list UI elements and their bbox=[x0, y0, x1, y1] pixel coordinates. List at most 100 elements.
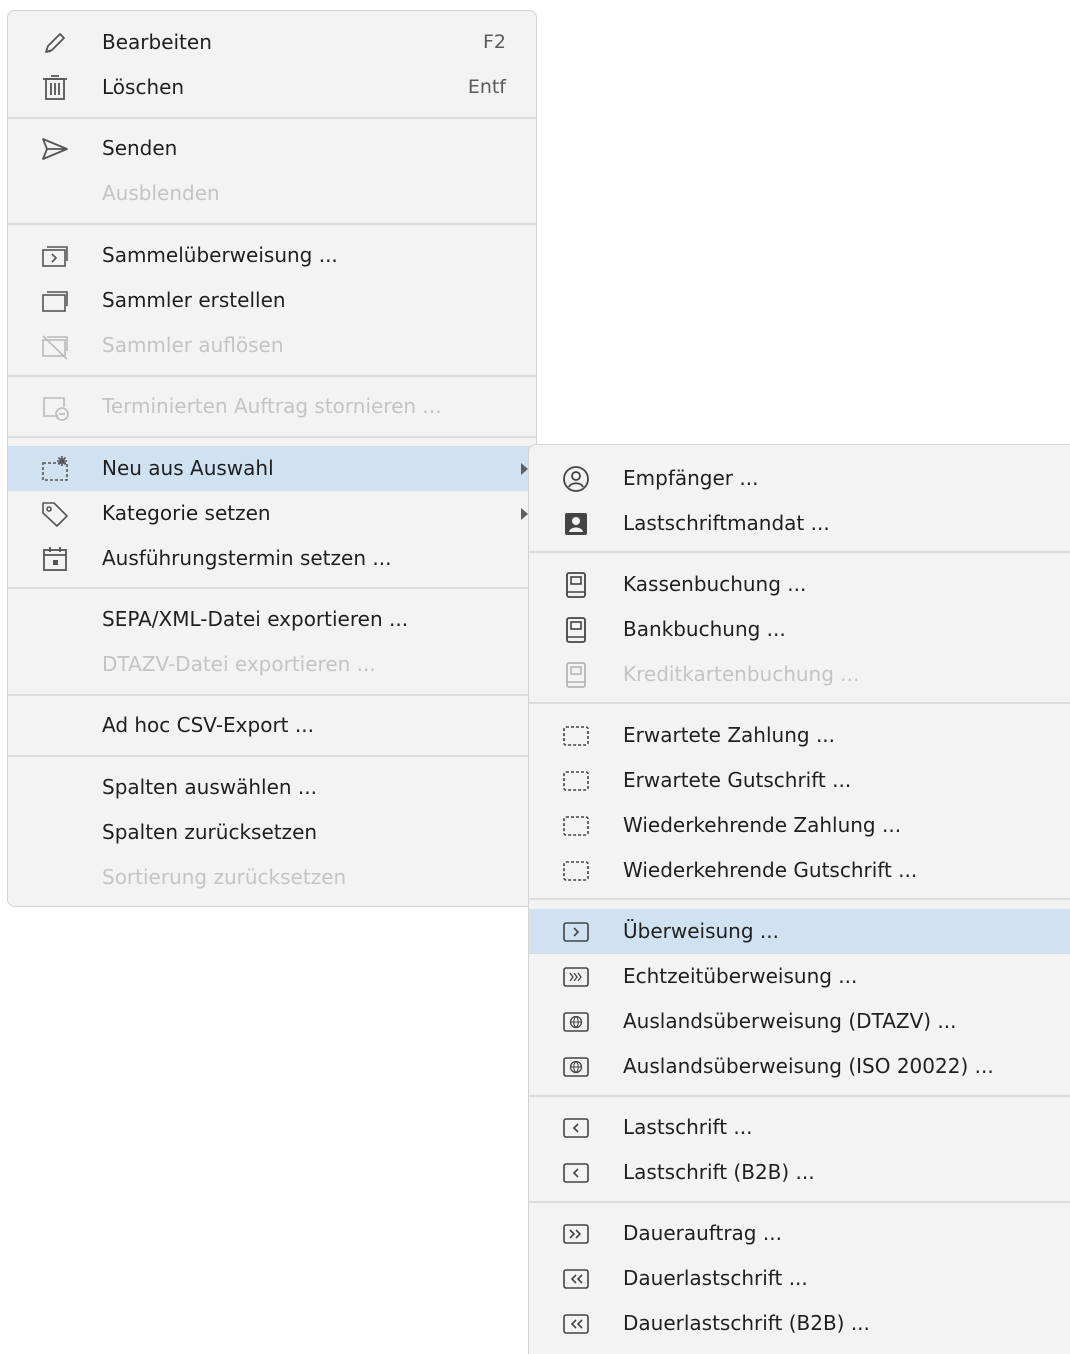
globe-transfer-icon bbox=[561, 1007, 591, 1037]
instant-transfer-icon bbox=[561, 962, 591, 992]
menu-item-new-from-selection[interactable]: Neu aus Auswahl bbox=[8, 446, 536, 491]
dashed-box-icon bbox=[561, 766, 591, 796]
menu-item-label: Empfänger ... bbox=[623, 466, 759, 490]
menu-separator bbox=[8, 117, 536, 119]
menu-item-label: Dauerlastschrift ... bbox=[623, 1266, 808, 1290]
menu-separator bbox=[8, 694, 536, 696]
menu-item-cancel-scheduled: Terminierten Auftrag stornieren ... bbox=[8, 384, 536, 429]
menu-item-reset-columns[interactable]: Spalten zurücksetzen bbox=[8, 810, 536, 855]
send-icon bbox=[40, 134, 70, 164]
menu-item-set-execution-date[interactable]: Ausführungstermin setzen ... bbox=[8, 536, 536, 581]
menu-item-label: Kreditkartenbuchung ... bbox=[623, 662, 860, 686]
submenu-item-recurring-payment[interactable]: Wiederkehrende Zahlung ... bbox=[529, 803, 1070, 848]
menu-item-label: Senden bbox=[102, 136, 178, 160]
menu-item-delete[interactable]: Löschen Entf bbox=[8, 65, 536, 110]
menu-separator bbox=[8, 436, 536, 438]
ledger-icon bbox=[561, 570, 591, 600]
transfer-icon bbox=[561, 917, 591, 947]
submenu-arrow-icon bbox=[521, 463, 528, 475]
contact-card-icon bbox=[561, 509, 591, 539]
menu-item-label: Erwartete Zahlung ... bbox=[623, 723, 836, 747]
direct-debit-icon bbox=[561, 1113, 591, 1143]
context-menu: Bearbeiten F2 Löschen Entf Senden Ausble… bbox=[7, 10, 537, 907]
submenu-item-standing-debit[interactable]: Dauerlastschrift ... bbox=[529, 1256, 1070, 1301]
submenu-item-foreign-transfer-dtazv[interactable]: Auslandsüberweisung (DTAZV) ... bbox=[529, 999, 1070, 1044]
submenu-item-standing-debit-b2b[interactable]: Dauerlastschrift (B2B) ... bbox=[529, 1301, 1070, 1346]
submenu-item-expected-payment[interactable]: Erwartete Zahlung ... bbox=[529, 713, 1070, 758]
menu-item-label: Kategorie setzen bbox=[102, 501, 271, 525]
collector-icon bbox=[40, 286, 70, 316]
pencil-icon bbox=[40, 28, 70, 58]
menu-item-edit[interactable]: Bearbeiten F2 bbox=[8, 20, 536, 65]
standing-debit-icon bbox=[561, 1309, 591, 1339]
submenu-item-direct-debit-b2b[interactable]: Lastschrift (B2B) ... bbox=[529, 1150, 1070, 1195]
submenu-item-direct-debit-mandate[interactable]: Lastschriftmandat ... bbox=[529, 501, 1070, 546]
menu-separator bbox=[8, 587, 536, 589]
menu-item-label: Sammler auflösen bbox=[102, 333, 284, 357]
menu-item-dissolve-collector: Sammler auflösen bbox=[8, 323, 536, 368]
menu-item-adhoc-csv[interactable]: Ad hoc CSV-Export ... bbox=[8, 703, 536, 748]
calendar-icon bbox=[40, 544, 70, 574]
menu-item-label: Ausführungstermin setzen ... bbox=[102, 546, 392, 570]
submenu-item-recurring-credit[interactable]: Wiederkehrende Gutschrift ... bbox=[529, 848, 1070, 893]
menu-item-export-sepa[interactable]: SEPA/XML-Datei exportieren ... bbox=[8, 597, 536, 642]
submenu-item-transfer[interactable]: Überweisung ... bbox=[529, 909, 1070, 954]
menu-item-label: Löschen bbox=[102, 75, 185, 99]
menu-item-label: Sortierung zurücksetzen bbox=[102, 865, 347, 889]
menu-item-label: Lastschrift (B2B) ... bbox=[623, 1160, 815, 1184]
menu-item-send[interactable]: Senden bbox=[8, 126, 536, 171]
submenu-item-direct-debit[interactable]: Lastschrift ... bbox=[529, 1105, 1070, 1150]
menu-item-label: Sammelüberweisung ... bbox=[102, 243, 338, 267]
menu-item-label: Terminierten Auftrag stornieren ... bbox=[102, 394, 442, 418]
submenu-item-instant-transfer[interactable]: Echtzeitüberweisung ... bbox=[529, 954, 1070, 999]
menu-separator bbox=[529, 702, 1070, 704]
new-from-selection-icon bbox=[40, 454, 70, 484]
submenu-item-expected-credit[interactable]: Erwartete Gutschrift ... bbox=[529, 758, 1070, 803]
dashed-box-icon bbox=[561, 856, 591, 886]
submenu-item-bank-booking[interactable]: Bankbuchung ... bbox=[529, 607, 1070, 652]
menu-item-export-dtazv: DTAZV-Datei exportieren ... bbox=[8, 642, 536, 687]
menu-item-label: Bearbeiten bbox=[102, 30, 212, 54]
menu-separator bbox=[529, 1201, 1070, 1203]
menu-item-label: Echtzeitüberweisung ... bbox=[623, 964, 858, 988]
trash-icon bbox=[40, 73, 70, 103]
menu-item-label: Auslandsüberweisung (DTAZV) ... bbox=[623, 1009, 957, 1033]
dashed-box-icon bbox=[561, 811, 591, 841]
menu-separator bbox=[529, 898, 1070, 900]
menu-item-label: Bankbuchung ... bbox=[623, 617, 786, 641]
menu-item-reset-sorting: Sortierung zurücksetzen bbox=[8, 855, 536, 900]
standing-order-icon bbox=[561, 1219, 591, 1249]
menu-separator bbox=[8, 375, 536, 377]
menu-item-label: Erwartete Gutschrift ... bbox=[623, 768, 852, 792]
menu-separator bbox=[529, 1095, 1070, 1097]
menu-item-batch-transfer[interactable]: Sammelüberweisung ... bbox=[8, 233, 536, 278]
menu-item-label: Wiederkehrende Zahlung ... bbox=[623, 813, 902, 837]
direct-debit-icon bbox=[561, 1158, 591, 1188]
submenu-item-foreign-transfer-iso[interactable]: Auslandsüberweisung (ISO 20022) ... bbox=[529, 1044, 1070, 1089]
menu-item-create-collector[interactable]: Sammler erstellen bbox=[8, 278, 536, 323]
menu-item-label: Neu aus Auswahl bbox=[102, 456, 274, 480]
person-circle-icon bbox=[561, 464, 591, 494]
submenu-item-credit-card-booking: Kreditkartenbuchung ... bbox=[529, 652, 1070, 697]
ledger-icon bbox=[561, 615, 591, 645]
menu-item-label: Spalten auswählen ... bbox=[102, 775, 317, 799]
menu-separator bbox=[8, 223, 536, 225]
menu-item-label: Überweisung ... bbox=[623, 919, 779, 943]
shortcut-hint: F2 bbox=[482, 31, 506, 53]
cancel-scheduled-icon bbox=[40, 392, 70, 422]
menu-item-label: Kassenbuchung ... bbox=[623, 572, 807, 596]
submenu-item-standing-order[interactable]: Dauerauftrag ... bbox=[529, 1211, 1070, 1256]
shortcut-hint: Entf bbox=[467, 76, 506, 98]
tag-icon bbox=[40, 499, 70, 529]
menu-separator bbox=[8, 755, 536, 757]
submenu-item-cash-booking[interactable]: Kassenbuchung ... bbox=[529, 562, 1070, 607]
menu-item-set-category[interactable]: Kategorie setzen bbox=[8, 491, 536, 536]
menu-item-select-columns[interactable]: Spalten auswählen ... bbox=[8, 765, 536, 810]
menu-item-hide: Ausblenden bbox=[8, 171, 536, 216]
submenu-item-recipient[interactable]: Empfänger ... bbox=[529, 456, 1070, 501]
submenu-arrow-icon bbox=[521, 508, 528, 520]
menu-separator bbox=[529, 551, 1070, 553]
batch-transfer-icon bbox=[40, 241, 70, 271]
menu-item-label: SEPA/XML-Datei exportieren ... bbox=[102, 607, 409, 631]
menu-item-label: Lastschrift ... bbox=[623, 1115, 753, 1139]
